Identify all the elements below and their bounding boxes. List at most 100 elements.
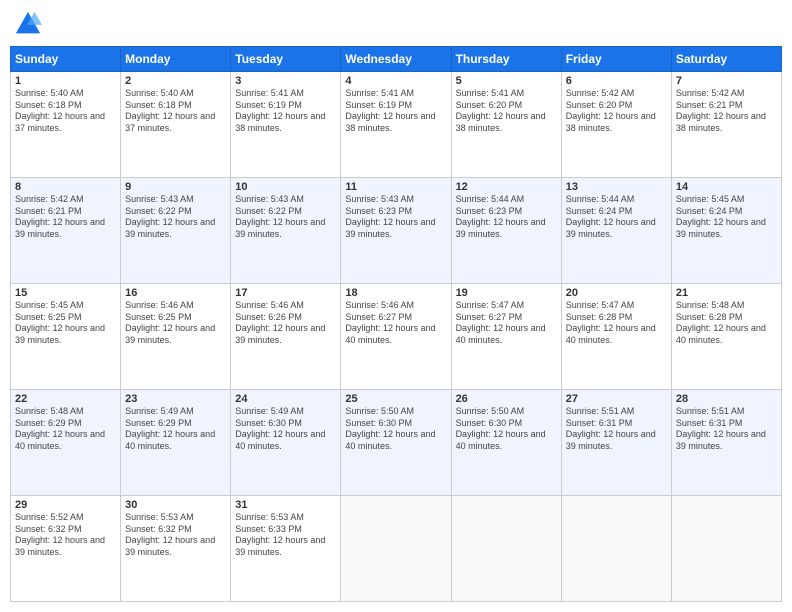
- day-header-monday: Monday: [121, 47, 231, 72]
- day-number: 4: [345, 75, 446, 87]
- day-info: Sunrise: 5:47 AM Sunset: 6:27 PM Dayligh…: [456, 300, 557, 347]
- day-header-sunday: Sunday: [11, 47, 121, 72]
- day-cell: 1 Sunrise: 5:40 AM Sunset: 6:18 PM Dayli…: [11, 72, 121, 178]
- day-number: 12: [456, 181, 557, 193]
- day-header-wednesday: Wednesday: [341, 47, 451, 72]
- day-cell: [451, 496, 561, 602]
- day-info: Sunrise: 5:41 AM Sunset: 6:19 PM Dayligh…: [235, 88, 336, 135]
- week-row-4: 22 Sunrise: 5:48 AM Sunset: 6:29 PM Dayl…: [11, 390, 782, 496]
- day-number: 30: [125, 499, 226, 511]
- day-info: Sunrise: 5:42 AM Sunset: 6:20 PM Dayligh…: [566, 88, 667, 135]
- day-number: 27: [566, 393, 667, 405]
- day-cell: [561, 496, 671, 602]
- day-info: Sunrise: 5:42 AM Sunset: 6:21 PM Dayligh…: [676, 88, 777, 135]
- day-cell: 5 Sunrise: 5:41 AM Sunset: 6:20 PM Dayli…: [451, 72, 561, 178]
- day-cell: 11 Sunrise: 5:43 AM Sunset: 6:23 PM Dayl…: [341, 178, 451, 284]
- week-row-1: 1 Sunrise: 5:40 AM Sunset: 6:18 PM Dayli…: [11, 72, 782, 178]
- day-info: Sunrise: 5:48 AM Sunset: 6:28 PM Dayligh…: [676, 300, 777, 347]
- day-cell: 31 Sunrise: 5:53 AM Sunset: 6:33 PM Dayl…: [231, 496, 341, 602]
- day-number: 21: [676, 287, 777, 299]
- day-cell: 30 Sunrise: 5:53 AM Sunset: 6:32 PM Dayl…: [121, 496, 231, 602]
- logo-icon: [14, 10, 42, 38]
- day-cell: 24 Sunrise: 5:49 AM Sunset: 6:30 PM Dayl…: [231, 390, 341, 496]
- day-cell: 15 Sunrise: 5:45 AM Sunset: 6:25 PM Dayl…: [11, 284, 121, 390]
- week-row-3: 15 Sunrise: 5:45 AM Sunset: 6:25 PM Dayl…: [11, 284, 782, 390]
- day-number: 22: [15, 393, 116, 405]
- calendar-table: SundayMondayTuesdayWednesdayThursdayFrid…: [10, 46, 782, 602]
- day-header-tuesday: Tuesday: [231, 47, 341, 72]
- logo: [14, 10, 46, 38]
- day-number: 13: [566, 181, 667, 193]
- day-cell: 27 Sunrise: 5:51 AM Sunset: 6:31 PM Dayl…: [561, 390, 671, 496]
- day-number: 8: [15, 181, 116, 193]
- day-cell: 19 Sunrise: 5:47 AM Sunset: 6:27 PM Dayl…: [451, 284, 561, 390]
- day-cell: 21 Sunrise: 5:48 AM Sunset: 6:28 PM Dayl…: [671, 284, 781, 390]
- day-cell: 16 Sunrise: 5:46 AM Sunset: 6:25 PM Dayl…: [121, 284, 231, 390]
- day-info: Sunrise: 5:40 AM Sunset: 6:18 PM Dayligh…: [125, 88, 226, 135]
- day-cell: 20 Sunrise: 5:47 AM Sunset: 6:28 PM Dayl…: [561, 284, 671, 390]
- day-info: Sunrise: 5:40 AM Sunset: 6:18 PM Dayligh…: [15, 88, 116, 135]
- day-number: 5: [456, 75, 557, 87]
- day-cell: 28 Sunrise: 5:51 AM Sunset: 6:31 PM Dayl…: [671, 390, 781, 496]
- day-info: Sunrise: 5:53 AM Sunset: 6:33 PM Dayligh…: [235, 512, 336, 559]
- day-number: 2: [125, 75, 226, 87]
- day-info: Sunrise: 5:52 AM Sunset: 6:32 PM Dayligh…: [15, 512, 116, 559]
- day-number: 9: [125, 181, 226, 193]
- day-info: Sunrise: 5:46 AM Sunset: 6:27 PM Dayligh…: [345, 300, 446, 347]
- day-number: 25: [345, 393, 446, 405]
- day-info: Sunrise: 5:45 AM Sunset: 6:24 PM Dayligh…: [676, 194, 777, 241]
- day-cell: 2 Sunrise: 5:40 AM Sunset: 6:18 PM Dayli…: [121, 72, 231, 178]
- day-info: Sunrise: 5:41 AM Sunset: 6:19 PM Dayligh…: [345, 88, 446, 135]
- day-cell: 8 Sunrise: 5:42 AM Sunset: 6:21 PM Dayli…: [11, 178, 121, 284]
- day-cell: 9 Sunrise: 5:43 AM Sunset: 6:22 PM Dayli…: [121, 178, 231, 284]
- day-info: Sunrise: 5:42 AM Sunset: 6:21 PM Dayligh…: [15, 194, 116, 241]
- header: [10, 10, 782, 38]
- day-number: 10: [235, 181, 336, 193]
- day-number: 11: [345, 181, 446, 193]
- day-cell: 4 Sunrise: 5:41 AM Sunset: 6:19 PM Dayli…: [341, 72, 451, 178]
- day-cell: [341, 496, 451, 602]
- day-info: Sunrise: 5:46 AM Sunset: 6:26 PM Dayligh…: [235, 300, 336, 347]
- day-number: 6: [566, 75, 667, 87]
- day-number: 29: [15, 499, 116, 511]
- day-info: Sunrise: 5:44 AM Sunset: 6:23 PM Dayligh…: [456, 194, 557, 241]
- day-number: 3: [235, 75, 336, 87]
- day-number: 31: [235, 499, 336, 511]
- day-info: Sunrise: 5:49 AM Sunset: 6:29 PM Dayligh…: [125, 406, 226, 453]
- day-info: Sunrise: 5:41 AM Sunset: 6:20 PM Dayligh…: [456, 88, 557, 135]
- day-cell: 25 Sunrise: 5:50 AM Sunset: 6:30 PM Dayl…: [341, 390, 451, 496]
- page: SundayMondayTuesdayWednesdayThursdayFrid…: [0, 0, 792, 612]
- week-row-2: 8 Sunrise: 5:42 AM Sunset: 6:21 PM Dayli…: [11, 178, 782, 284]
- day-number: 24: [235, 393, 336, 405]
- day-cell: 7 Sunrise: 5:42 AM Sunset: 6:21 PM Dayli…: [671, 72, 781, 178]
- day-number: 15: [15, 287, 116, 299]
- day-info: Sunrise: 5:43 AM Sunset: 6:23 PM Dayligh…: [345, 194, 446, 241]
- day-cell: 18 Sunrise: 5:46 AM Sunset: 6:27 PM Dayl…: [341, 284, 451, 390]
- day-number: 23: [125, 393, 226, 405]
- day-number: 17: [235, 287, 336, 299]
- day-info: Sunrise: 5:48 AM Sunset: 6:29 PM Dayligh…: [15, 406, 116, 453]
- day-header-saturday: Saturday: [671, 47, 781, 72]
- day-number: 26: [456, 393, 557, 405]
- day-info: Sunrise: 5:44 AM Sunset: 6:24 PM Dayligh…: [566, 194, 667, 241]
- day-cell: [671, 496, 781, 602]
- day-header-friday: Friday: [561, 47, 671, 72]
- day-cell: 23 Sunrise: 5:49 AM Sunset: 6:29 PM Dayl…: [121, 390, 231, 496]
- day-info: Sunrise: 5:43 AM Sunset: 6:22 PM Dayligh…: [235, 194, 336, 241]
- day-info: Sunrise: 5:51 AM Sunset: 6:31 PM Dayligh…: [566, 406, 667, 453]
- day-cell: 6 Sunrise: 5:42 AM Sunset: 6:20 PM Dayli…: [561, 72, 671, 178]
- day-number: 19: [456, 287, 557, 299]
- week-row-5: 29 Sunrise: 5:52 AM Sunset: 6:32 PM Dayl…: [11, 496, 782, 602]
- day-info: Sunrise: 5:45 AM Sunset: 6:25 PM Dayligh…: [15, 300, 116, 347]
- day-cell: 13 Sunrise: 5:44 AM Sunset: 6:24 PM Dayl…: [561, 178, 671, 284]
- day-number: 16: [125, 287, 226, 299]
- day-cell: 26 Sunrise: 5:50 AM Sunset: 6:30 PM Dayl…: [451, 390, 561, 496]
- day-info: Sunrise: 5:53 AM Sunset: 6:32 PM Dayligh…: [125, 512, 226, 559]
- day-cell: 14 Sunrise: 5:45 AM Sunset: 6:24 PM Dayl…: [671, 178, 781, 284]
- day-info: Sunrise: 5:43 AM Sunset: 6:22 PM Dayligh…: [125, 194, 226, 241]
- calendar-header-row: SundayMondayTuesdayWednesdayThursdayFrid…: [11, 47, 782, 72]
- day-number: 7: [676, 75, 777, 87]
- day-cell: 22 Sunrise: 5:48 AM Sunset: 6:29 PM Dayl…: [11, 390, 121, 496]
- day-info: Sunrise: 5:50 AM Sunset: 6:30 PM Dayligh…: [345, 406, 446, 453]
- day-cell: 12 Sunrise: 5:44 AM Sunset: 6:23 PM Dayl…: [451, 178, 561, 284]
